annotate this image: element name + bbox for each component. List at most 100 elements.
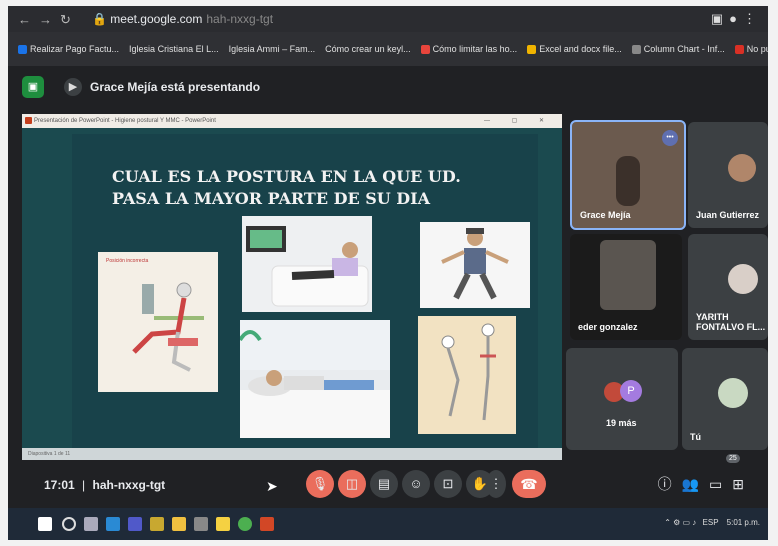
sofa-image — [242, 216, 372, 312]
mic-off-button[interactable]: 🎙 — [306, 470, 334, 498]
participant-avatar — [718, 378, 748, 408]
office-icon — [420, 44, 430, 54]
windows-taskbar: ⌃ ⚙ ▭ ♪ ESP 5:01 p.m. — [8, 508, 768, 540]
desk-posture-image: Posición incorrecta — [98, 252, 218, 392]
windows-start-icon[interactable] — [38, 517, 52, 531]
skeleton-desk-illustration — [132, 282, 204, 372]
meeting-time: 17:01 — [44, 478, 75, 492]
more-options-icon[interactable]: ••• — [662, 130, 678, 146]
participant-avatar — [728, 264, 758, 294]
folder-icon[interactable] — [172, 517, 186, 531]
flag-icon — [734, 44, 744, 54]
participant-name: YARITH FONTALVO FL... — [696, 312, 766, 332]
participant-video — [600, 240, 656, 310]
search-icon[interactable] — [62, 517, 76, 531]
separator: | — [82, 478, 86, 492]
more-participants-label: 19 más — [606, 418, 637, 428]
bookmark-3[interactable]: Cómo crear un keyl... — [325, 44, 411, 54]
clock[interactable]: 5:01 p.m. — [727, 518, 760, 527]
menu-icon[interactable]: ⋮ — [743, 11, 762, 26]
participant-tile-more[interactable]: P 19 más — [566, 348, 678, 450]
excel-icon[interactable] — [150, 517, 164, 531]
sofa-illustration — [246, 226, 369, 307]
lying-posture-image — [240, 320, 390, 438]
browser-actions: ▣●⋮ — [711, 11, 762, 27]
tab-icon[interactable]: ▣ — [711, 11, 729, 26]
participant-name: eder gonzalez — [578, 322, 638, 332]
forward-icon[interactable]: → — [39, 12, 60, 27]
present-button[interactable]: ⊡ — [434, 470, 462, 498]
end-call-button[interactable]: ☎ — [512, 470, 546, 498]
back-icon[interactable]: ← — [18, 12, 39, 27]
photos-icon[interactable] — [194, 517, 208, 531]
participant-initial-avatar: P — [620, 380, 642, 402]
activities-icon[interactable]: ⊞ — [732, 476, 754, 492]
reactions-button[interactable]: ☺ — [402, 470, 430, 498]
bookmark-6[interactable]: Column Chart - Inf... — [631, 44, 725, 54]
meeting-code: hah-nxxg-tgt — [92, 478, 166, 492]
slide-title: CUAL ES LA POSTURA EN LA QUE UD. PASA LA… — [112, 167, 461, 208]
skeleton-posture-image — [418, 316, 516, 434]
teams-icon[interactable] — [128, 517, 142, 531]
presenting-label: Grace Mejía está presentando — [90, 80, 261, 94]
camera-off-button[interactable]: ◫ — [338, 470, 366, 498]
participant-tile-juan[interactable]: Juan Gutierrez — [688, 122, 768, 228]
ppt-titlebar: Presentación de PowerPoint - Higiene pos… — [22, 114, 562, 128]
chrome-icon[interactable] — [238, 517, 252, 531]
slide: CUAL ES LA POSTURA EN LA QUE UD. PASA LA… — [72, 134, 538, 450]
people-icon[interactable]: 👥 — [682, 476, 709, 492]
inset-label: Posición incorrecta — [106, 258, 149, 264]
participant-name: Tú — [690, 432, 701, 442]
participant-tile-yarith[interactable]: YARITH FONTALVO FL... — [688, 234, 768, 340]
phone-hangup-icon: ☎ — [520, 476, 538, 492]
present-screen-icon: ⊡ — [442, 476, 454, 491]
meeting-toolbar: 17:01 | hah-nxxg-tgt 🎙 ◫ ▤ ☺ ⊡ ✋ ⋮ ☎ ⓘ👥▭… — [8, 462, 768, 508]
info-icon[interactable]: ⓘ — [658, 476, 682, 492]
address-bar[interactable]: 🔒 meet.google.com hah-nxxg-tgt — [92, 12, 273, 26]
browser-toolbar: ←→↻ 🔒 meet.google.com hah-nxxg-tgt ▣●⋮ — [8, 6, 768, 32]
powerpoint-taskbar-icon[interactable] — [260, 517, 274, 531]
present-icon: ▶ — [64, 78, 82, 96]
language-indicator[interactable]: ESP — [703, 518, 719, 527]
edge-icon[interactable] — [106, 517, 120, 531]
powerpoint-icon — [25, 117, 32, 124]
bookmark-7[interactable]: No puedo abrir arc... — [734, 44, 768, 54]
bookmark-1[interactable]: Iglesia Cristiana El L... — [129, 44, 219, 54]
reload-icon[interactable]: ↻ — [60, 12, 79, 27]
tray-icons[interactable]: ⌃ ⚙ ▭ ♪ — [664, 518, 696, 527]
task-view-icon[interactable] — [84, 517, 98, 531]
chart-icon — [527, 44, 537, 54]
chat-icon[interactable]: ▭ — [709, 476, 732, 492]
more-options-button[interactable]: ⋮ — [486, 470, 506, 498]
meet-logo-icon: ▣ — [22, 76, 44, 98]
standing-illustration — [441, 228, 509, 300]
nav-buttons[interactable]: ←→↻ — [18, 12, 79, 28]
url-text: meet.google.com — [110, 12, 203, 26]
participant-tile-grace[interactable]: ••• Grace Mejía — [570, 120, 686, 230]
participant-name: Juan Gutierrez — [696, 210, 760, 220]
bed-illustration — [240, 320, 390, 438]
bookmark-5[interactable]: Excel and docx file... — [527, 44, 622, 54]
more-vert-icon: ⋮ — [489, 476, 503, 491]
captions-button[interactable]: ▤ — [370, 470, 398, 498]
notes-icon[interactable] — [216, 517, 230, 531]
lock-icon: 🔒 — [92, 12, 107, 26]
bookmark-2[interactable]: Iglesia Ammi – Fam... — [229, 44, 316, 54]
skeletons-illustration — [441, 323, 496, 421]
meet-header: ▣ ▶ Grace Mejía está presentando — [8, 66, 768, 112]
bookmark-4[interactable]: Cómo limitar las ho... — [420, 44, 517, 54]
captions-icon: ▤ — [377, 476, 391, 491]
people-count-badge: 25 — [726, 454, 740, 463]
url-path: hah-nxxg-tgt — [206, 12, 274, 26]
ppt-status-bar: Diapositiva 1 de 11 — [22, 448, 562, 460]
shared-screen: Presentación de PowerPoint - Higiene pos… — [22, 114, 562, 460]
participant-tile-self[interactable]: Tú — [682, 348, 768, 450]
participant-avatar — [728, 154, 756, 182]
window-controls[interactable]: — ▢ ✕ — [484, 114, 554, 128]
participant-tile-eder[interactable]: eder gonzalez — [570, 234, 682, 340]
screen-photo: ←→↻ 🔒 meet.google.com hah-nxxg-tgt ▣●⋮ Re… — [8, 6, 768, 540]
participant-name: Grace Mejía — [580, 210, 631, 220]
camera-off-icon: ◫ — [345, 476, 359, 491]
profile-icon[interactable]: ● — [729, 11, 743, 26]
bookmark-0[interactable]: Realizar Pago Factu... — [18, 44, 119, 54]
